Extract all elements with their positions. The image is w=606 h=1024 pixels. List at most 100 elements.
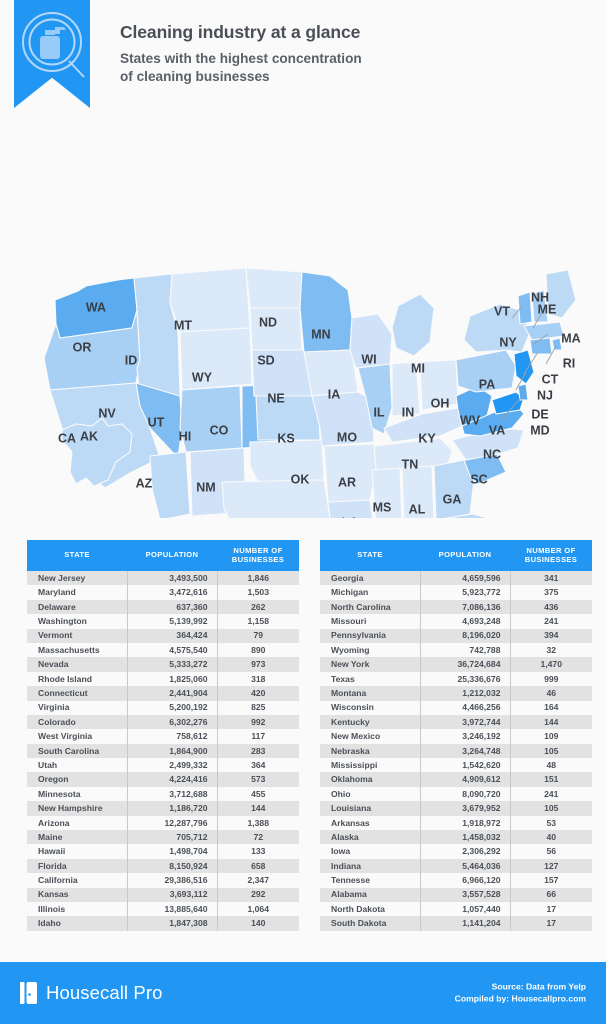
state-cell: Wyoming [331,644,370,655]
population-cell: 8,150,924 [126,858,217,874]
population-cell: 13,885,640 [126,901,217,917]
map-label-ky: KY [418,431,436,445]
footer: Housecall Pro Source: Data from Yelp Com… [0,962,606,1024]
page-subtitle: States with the highest concentration of… [120,50,580,87]
map-label-sc: SC [470,472,487,486]
population-cell: 4,693,248 [419,614,510,629]
state-cell: Missouri [331,616,367,627]
table-row: North Carolina 7,086,136 436 [320,599,592,615]
map-label-id: ID [125,353,138,367]
businesses-cell: 318 [216,671,299,687]
map-label-ar: AR [338,475,356,489]
table-row: Illinois 13,885,640 1,064 [27,901,299,917]
state-cell: Indiana [331,860,362,871]
businesses-cell: 455 [216,786,299,802]
population-cell: 705,712 [126,830,217,845]
state-cell: New Mexico [331,731,381,742]
state-cell: South Dakota [331,918,387,929]
population-cell: 4,575,540 [126,642,217,658]
population-cell: 2,441,904 [126,686,217,701]
population-cell: 4,909,612 [419,772,510,787]
map-label-ne: NE [267,391,284,405]
population-cell: 5,464,036 [419,858,510,874]
state-shape-az [149,451,191,518]
businesses-cell: 420 [216,686,299,701]
businesses-cell: 133 [216,844,299,859]
table-row: Texas 25,336,676 999 [320,671,592,687]
map-label-in: IN [402,405,415,419]
businesses-cell: 999 [509,671,592,687]
brand: Housecall Pro [20,982,162,1004]
state-cell: West Virginia [38,731,93,742]
column-header-businesses: NUMBER OF BUSINESSES [217,540,299,571]
state-cell: Florida [38,860,67,871]
table-row: New Jersey 3,493,500 1,846 [27,571,299,586]
map-label-ak: AK [80,429,98,443]
table-row: Minnesota 3,712,688 455 [27,786,299,802]
map-label-ca: CA [58,431,76,445]
population-cell: 1,542,620 [419,758,510,773]
state-cell: Pennsylvania [331,630,386,641]
state-shape-tx [221,479,331,518]
businesses-cell: 341 [509,571,592,586]
state-cell: New Jersey [38,572,86,583]
table-row: Mississippi 1,542,620 48 [320,758,592,773]
table-header-row: STATE POPULATION NUMBER OF BUSINESSES [320,540,592,571]
map-label-az: AZ [136,476,153,490]
table-row: Pennsylvania 8,196,020 394 [320,628,592,643]
source-line-1: Source: Data from Yelp [491,981,586,992]
businesses-cell: 109 [509,729,592,744]
businesses-cell: 127 [509,858,592,874]
businesses-cell: 436 [509,599,592,615]
map-label-il: IL [373,405,384,419]
state-cell: Minnesota [38,788,81,799]
data-tables: STATE POPULATION NUMBER OF BUSINESSES Ne… [0,540,606,940]
spray-bottle-magnifier-icon [14,0,90,108]
table-row: Tennesse 6,966,120 157 [320,873,592,888]
businesses-cell: 151 [509,772,592,787]
table-row: New Hampshire 1,186,720 144 [27,801,299,816]
state-cell: Idaho [38,918,61,929]
table-row: Nevada 5,333,272 973 [27,657,299,672]
table-header-left: STATE POPULATION NUMBER OF BUSINESSES [27,540,299,571]
businesses-cell: 140 [216,916,299,931]
population-cell: 364,424 [126,628,217,643]
state-cell: Arkansas [331,817,370,828]
table-row: Montana 1,212,032 46 [320,686,592,701]
states-table-right: STATE POPULATION NUMBER OF BUSINESSES Ge… [320,540,592,931]
table-row: Louisiana 3,679,952 105 [320,801,592,816]
table-row: Rhode Island 1,825,060 318 [27,671,299,687]
table-row: Connecticut 2,441,904 420 [27,686,299,701]
states-table-left: STATE POPULATION NUMBER OF BUSINESSES Ne… [27,540,299,931]
businesses-cell: 144 [509,714,592,730]
map-label-wa: WA [86,300,106,314]
map-label-ms: MS [373,500,392,514]
table-row: Oregon 4,224,416 573 [27,772,299,787]
state-shape-mi [391,293,435,357]
table-row: Florida 8,150,924 658 [27,858,299,874]
businesses-cell: 17 [509,916,592,931]
state-cell: Kansas [38,889,69,900]
businesses-cell: 1,503 [216,585,299,600]
state-cell: Wisconsin [331,702,374,713]
map-label-sd: SD [257,353,274,367]
population-cell: 5,333,272 [126,657,217,672]
population-cell: 1,498,704 [126,844,217,859]
table-row: Kentucky 3,972,744 144 [320,714,592,730]
source-line-2: Compiled by: Housecallpro.com [454,994,586,1004]
column-header-population: POPULATION [127,540,217,571]
map-label-oh: OH [431,396,450,410]
state-cell: North Carolina [331,601,391,612]
table-row: Delaware 637,360 262 [27,599,299,615]
population-cell: 2,499,332 [126,758,217,773]
table-row: Virginia 5,200,192 825 [27,700,299,715]
state-cell: Louisiana [331,803,372,814]
map-label-mo: MO [337,430,357,444]
population-cell: 1,141,204 [419,916,510,931]
population-cell: 5,200,192 [126,700,217,715]
state-cell: Colorado [38,716,76,727]
state-shape-ar [323,443,377,503]
map-label-tn: TN [402,457,419,471]
map-label-mi: MI [411,361,425,375]
state-cell: New Hampshire [38,803,103,814]
